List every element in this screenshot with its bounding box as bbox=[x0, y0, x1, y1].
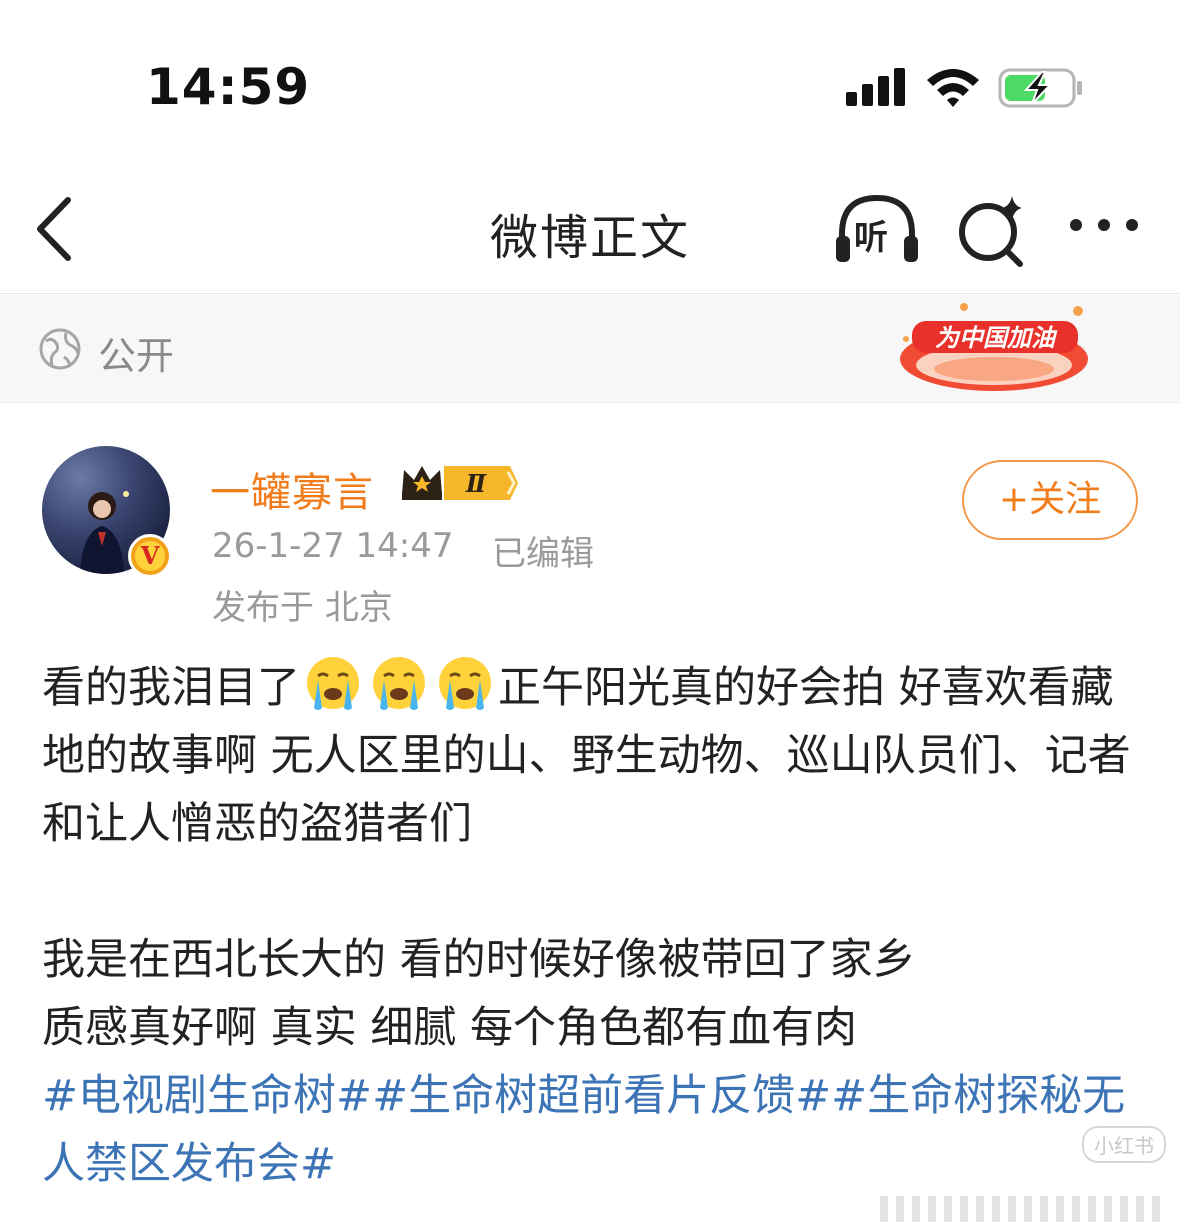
crying-emoji-icon bbox=[373, 657, 425, 710]
signal-icon bbox=[846, 68, 905, 106]
watermark: 小红书 bbox=[1082, 1126, 1166, 1163]
post-location: 发布于 北京 bbox=[212, 588, 393, 628]
level-text: Ⅱ bbox=[465, 469, 487, 498]
cheer-banner[interactable]: 为中国加油 bbox=[894, 299, 1094, 397]
username[interactable]: 一罐寡言 bbox=[210, 460, 374, 518]
more-icon[interactable] bbox=[1066, 210, 1142, 240]
verified-badge: V bbox=[128, 534, 172, 578]
crown-level-badge[interactable]: Ⅱ bbox=[400, 462, 518, 504]
listen-label: 听 bbox=[854, 218, 888, 258]
status-time: 14:59 bbox=[146, 58, 311, 116]
post-paragraph-1: 看的我泪目了 正午阳光真的好会拍 好喜欢看藏地的故事啊 无人区里的山、野生动物、… bbox=[42, 654, 1142, 858]
post-text-segment: 看的我泪目了 bbox=[42, 663, 300, 713]
visibility-label: 公开 bbox=[98, 334, 175, 378]
ai-search-icon[interactable] bbox=[952, 190, 1032, 270]
bottom-watermark-strip bbox=[880, 1196, 1160, 1222]
visibility-bar: 公开 为中国加油 bbox=[0, 295, 1180, 403]
crying-emoji-icon bbox=[439, 657, 491, 710]
wifi-icon bbox=[927, 69, 979, 107]
verified-mark: V bbox=[135, 541, 165, 571]
follow-button[interactable]: +关注 bbox=[962, 460, 1138, 540]
hashtag-line: #电视剧生命树##生命树超前看片反馈##生命树探秘无人禁区发布会# bbox=[42, 1062, 1142, 1198]
crying-emoji-icon bbox=[307, 657, 359, 710]
post-body: 看的我泪目了 正午阳光真的好会拍 好喜欢看藏地的故事啊 无人区里的山、野生动物、… bbox=[42, 654, 1142, 1198]
post-time: 26-1-27 14:47 bbox=[212, 526, 454, 566]
hashtag-link[interactable]: #电视剧生命树# bbox=[42, 1071, 372, 1121]
globe-icon bbox=[39, 328, 81, 370]
back-icon[interactable] bbox=[30, 194, 80, 264]
hashtag-link[interactable]: #生命树超前看片反馈# bbox=[372, 1071, 831, 1121]
cheer-banner-text: 为中国加油 bbox=[935, 324, 1058, 352]
listen-button[interactable]: 听 bbox=[832, 190, 922, 270]
edited-label[interactable]: 已编辑 bbox=[492, 526, 594, 575]
avatar-figure bbox=[80, 491, 129, 574]
battery-charging-icon bbox=[998, 68, 1082, 108]
post-paragraph-3: 质感真好啊 真实 细腻 每个角色都有血有肉 bbox=[42, 1003, 858, 1053]
post-paragraph-2: 我是在西北长大的 看的时候好像被带回了家乡 bbox=[42, 935, 916, 985]
nav-bar: 微博正文 听 bbox=[0, 170, 1180, 294]
page-title: 微博正文 bbox=[489, 210, 690, 266]
status-bar: 14:59 bbox=[0, 0, 1180, 170]
